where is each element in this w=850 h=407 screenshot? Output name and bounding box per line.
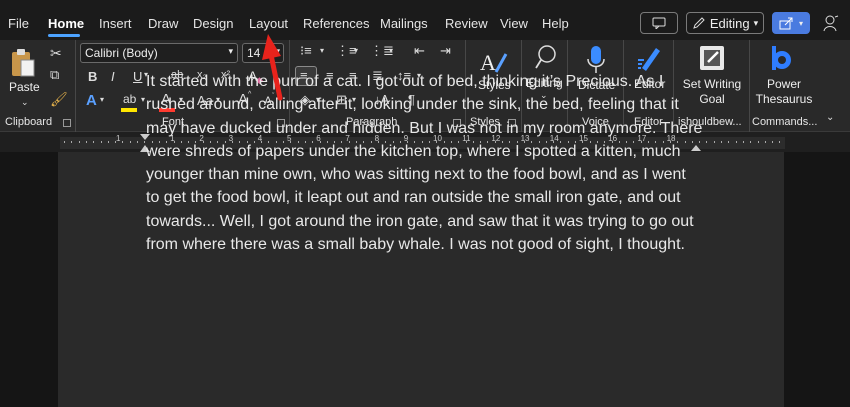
clipboard-group-label: Clipboard bbox=[5, 116, 53, 128]
ruler-tick bbox=[137, 141, 138, 143]
bullets-icon[interactable]: ⁝≡ bbox=[300, 44, 312, 57]
commands-group-label: Commands... bbox=[752, 116, 818, 128]
highlight-color-swatch bbox=[121, 108, 137, 112]
chevron-down-icon: ▾ bbox=[228, 46, 233, 56]
tab-home[interactable]: Home bbox=[48, 16, 84, 31]
tab-references[interactable]: References bbox=[303, 16, 369, 31]
editing-mode-label: Editing bbox=[709, 15, 750, 31]
ruler-tick bbox=[742, 141, 744, 143]
document-line: to get the food bowl, it leapt out and r… bbox=[146, 189, 681, 207]
tab-draw[interactable]: Draw bbox=[148, 16, 178, 31]
bold-button[interactable]: B bbox=[88, 70, 97, 83]
format-painter-icon[interactable]: 🖌 bbox=[50, 92, 68, 106]
document-line: may have ducked under and hidden. But I … bbox=[146, 119, 703, 137]
document-body[interactable]: It started with the purr of a cat. I got… bbox=[146, 70, 706, 256]
ruler-tick bbox=[93, 141, 95, 143]
writing-goal-icon[interactable] bbox=[698, 44, 726, 72]
italic-button[interactable]: I bbox=[111, 70, 115, 83]
ruler-tick bbox=[713, 141, 715, 143]
ruler-tick bbox=[721, 141, 722, 143]
ruler-tick bbox=[772, 141, 774, 143]
ruler-tick bbox=[85, 141, 87, 143]
decrease-indent-icon[interactable]: ⇤ bbox=[414, 44, 425, 57]
clipboard-group: Paste ⌄ ✂ ⧉ 🖌 Clipboard bbox=[0, 40, 76, 132]
magnifier-icon[interactable] bbox=[534, 44, 558, 70]
editing-mode-dropdown[interactable]: Editing ▾ bbox=[686, 12, 764, 34]
power-thesaurus-icon[interactable] bbox=[768, 44, 796, 72]
ruler-tick bbox=[129, 141, 131, 143]
ruler-tick bbox=[750, 141, 752, 143]
document-line: from where there was a small baby whale.… bbox=[146, 236, 685, 254]
ruler-tick bbox=[64, 141, 65, 143]
font-size-combobox[interactable]: 14 ▾ bbox=[242, 43, 284, 63]
ruler-tick bbox=[757, 141, 759, 143]
comment-icon bbox=[652, 17, 666, 29]
copy-icon[interactable]: ⧉ bbox=[50, 68, 59, 81]
chevron-down-icon[interactable]: ▾ bbox=[320, 47, 324, 55]
ruler-tick bbox=[779, 141, 781, 143]
font-size-value: 14 bbox=[247, 46, 261, 60]
chevron-down-icon: ▾ bbox=[275, 46, 280, 56]
font-name-value: Calibri (Body) bbox=[85, 46, 158, 60]
pencil-icon bbox=[693, 17, 705, 29]
word-app-window: File Home Insert Draw Design Layout Refe… bbox=[0, 0, 850, 407]
chevron-down-icon[interactable]: ▾ bbox=[100, 96, 104, 104]
ruler-tick bbox=[100, 141, 102, 143]
person-icon bbox=[823, 15, 839, 32]
highlight-button[interactable]: ab bbox=[123, 93, 136, 105]
editor-icon[interactable] bbox=[636, 44, 662, 72]
share-button[interactable]: ▾ bbox=[772, 12, 810, 34]
paste-icon[interactable] bbox=[10, 48, 36, 78]
copilot-button[interactable] bbox=[822, 14, 840, 37]
tab-review[interactable]: Review bbox=[445, 16, 488, 31]
chevron-down-icon[interactable]: ▾ bbox=[354, 47, 358, 55]
ruler-tick bbox=[735, 141, 737, 143]
ruler-tick bbox=[764, 141, 766, 143]
cut-icon[interactable]: ✂ bbox=[50, 46, 62, 60]
tab-file[interactable]: File bbox=[8, 16, 29, 31]
document-line: towards... Well, I got around the iron g… bbox=[146, 212, 694, 230]
active-tab-indicator bbox=[48, 34, 80, 37]
ruler-tick bbox=[71, 141, 73, 143]
ruler-number: 1 bbox=[116, 134, 121, 143]
power-thesaurus-button[interactable]: Power Thesaurus bbox=[755, 77, 813, 107]
chevron-down-icon[interactable]: ⌄ bbox=[21, 98, 29, 107]
text-effects-button[interactable]: A bbox=[86, 93, 97, 108]
increase-indent-icon[interactable]: ⇥ bbox=[440, 44, 451, 57]
chevron-down-icon: ▾ bbox=[753, 17, 759, 28]
ruler-tick bbox=[78, 141, 80, 143]
paste-button[interactable]: Paste bbox=[9, 80, 40, 95]
share-icon bbox=[779, 17, 793, 30]
document-line: rushed around, calling after it, looking… bbox=[146, 96, 679, 114]
tab-help[interactable]: Help bbox=[542, 16, 569, 31]
dialog-launcher-icon[interactable] bbox=[63, 119, 71, 127]
ruler-tick bbox=[728, 141, 730, 143]
chevron-down-icon[interactable]: ▾ bbox=[141, 96, 145, 104]
ruler-tick bbox=[706, 141, 708, 143]
ruler-tick bbox=[115, 141, 117, 143]
ruler-tick bbox=[122, 141, 124, 143]
tab-layout[interactable]: Layout bbox=[249, 16, 288, 31]
document-line: were shreds of papers under the kitchen … bbox=[146, 142, 681, 160]
chevron-down-icon[interactable]: ▾ bbox=[389, 47, 393, 55]
document-line: younger than mine own, who was sitting n… bbox=[146, 166, 686, 184]
font-name-combobox[interactable]: Calibri (Body) ▾ bbox=[80, 43, 238, 63]
chevron-down-icon: ▾ bbox=[798, 18, 803, 28]
comments-button[interactable] bbox=[640, 12, 678, 34]
commands-group: Power Thesaurus Commands... bbox=[750, 40, 818, 132]
ruler-tick bbox=[107, 141, 109, 143]
tab-mailings[interactable]: Mailings bbox=[380, 16, 428, 31]
collapse-ribbon-icon[interactable]: ⌄ bbox=[826, 113, 834, 123]
tab-design[interactable]: Design bbox=[193, 16, 233, 31]
ribbon-tab-bar: File Home Insert Draw Design Layout Refe… bbox=[0, 0, 850, 40]
tab-insert[interactable]: Insert bbox=[99, 16, 132, 31]
tab-view[interactable]: View bbox=[500, 16, 528, 31]
document-line: It started with the purr of a cat. I got… bbox=[146, 73, 664, 90]
underline-button[interactable]: U bbox=[133, 70, 142, 83]
